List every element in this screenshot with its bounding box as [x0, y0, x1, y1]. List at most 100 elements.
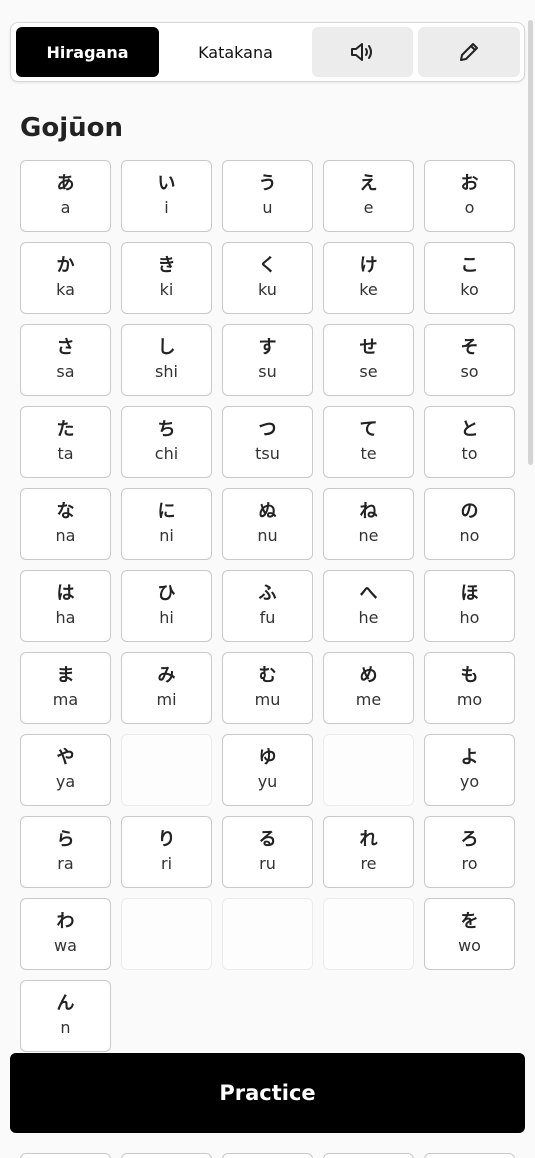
kana-cell[interactable]: ぬ nu: [222, 488, 313, 560]
kana-cell[interactable]: り ri: [121, 816, 212, 888]
kana-cell[interactable]: や ya: [20, 734, 111, 806]
kana-cell[interactable]: よ yo: [424, 734, 515, 806]
kana-cell[interactable]: の no: [424, 488, 515, 560]
kana-cell[interactable]: み mi: [121, 652, 212, 724]
kana-character: す: [258, 337, 277, 358]
kana-cell[interactable]: ゆ yu: [222, 734, 313, 806]
kana-cell[interactable]: く ku: [222, 242, 313, 314]
romaji-label: ni: [159, 526, 174, 545]
kana-cell[interactable]: ら ra: [20, 816, 111, 888]
romaji-label: yu: [257, 772, 278, 791]
next-row-cell: [222, 1153, 313, 1158]
kana-cell[interactable]: む mu: [222, 652, 313, 724]
romaji-label: ki: [159, 280, 174, 299]
sound-button[interactable]: [312, 27, 413, 77]
kana-cell[interactable]: め me: [323, 652, 414, 724]
kana-cell[interactable]: そ so: [424, 324, 515, 396]
kana-character: せ: [359, 337, 378, 358]
romaji-label: to: [461, 444, 478, 463]
kana-cell[interactable]: わ wa: [20, 898, 111, 970]
kana-character: と: [460, 419, 479, 440]
romaji-label: shi: [155, 362, 178, 381]
kana-cell[interactable]: き ki: [121, 242, 212, 314]
kana-cell[interactable]: ち chi: [121, 406, 212, 478]
katakana-tab[interactable]: Katakana: [163, 27, 308, 77]
kana-character: る: [258, 829, 277, 850]
kana-character: り: [157, 829, 176, 850]
kana-character: へ: [359, 583, 378, 604]
romaji-label: ma: [52, 690, 79, 709]
kana-character: ら: [56, 829, 75, 850]
kana-character: ふ: [258, 583, 277, 604]
kana-cell[interactable]: ふ fu: [222, 570, 313, 642]
kana-cell[interactable]: て te: [323, 406, 414, 478]
kana-cell[interactable]: な na: [20, 488, 111, 560]
kana-character: も: [460, 665, 479, 686]
kana-cell[interactable]: うu: [222, 160, 313, 232]
edit-button[interactable]: [418, 27, 520, 77]
kana-cell[interactable]: おo: [424, 160, 515, 232]
kana-character: ゆ: [258, 747, 277, 768]
romaji-label: ho: [459, 608, 480, 627]
romaji-label: ro: [461, 854, 478, 873]
kana-character: や: [56, 747, 75, 768]
kana-character: つ: [258, 419, 277, 440]
kana-cell[interactable]: さ sa: [20, 324, 111, 396]
kana-character: れ: [359, 829, 378, 850]
kana-character: そ: [460, 337, 479, 358]
romaji-label: no: [459, 526, 480, 545]
kana-cell[interactable]: か ka: [20, 242, 111, 314]
kana-character: さ: [56, 337, 75, 358]
kana-cell[interactable]: こ ko: [424, 242, 515, 314]
kana-character: し: [157, 337, 176, 358]
practice-button[interactable]: Practice: [10, 1053, 525, 1133]
kana-cell[interactable]: け ke: [323, 242, 414, 314]
kana-cell[interactable]: いi: [121, 160, 212, 232]
kana-cell[interactable]: んn: [20, 980, 111, 1052]
kana-character: ほ: [460, 583, 479, 604]
kana-character: ひ: [157, 583, 176, 604]
hiragana-tab[interactable]: Hiragana: [16, 27, 159, 77]
romaji-label: re: [360, 854, 377, 873]
kana-cell[interactable]: つ tsu: [222, 406, 313, 478]
kana-cell[interactable]: を wo: [424, 898, 515, 970]
romaji-label: i: [164, 198, 169, 217]
kana-cell[interactable]: る ru: [222, 816, 313, 888]
kana-cell[interactable]: へ he: [323, 570, 414, 642]
kana-cell[interactable]: た ta: [20, 406, 111, 478]
romaji-label: ku: [258, 280, 277, 299]
kana-character: ろ: [460, 829, 479, 850]
kana-cell[interactable]: ひ hi: [121, 570, 212, 642]
romaji-label: se: [359, 362, 378, 381]
kana-cell[interactable]: あa: [20, 160, 111, 232]
section-title: Gojūon: [20, 113, 123, 143]
kana-cell[interactable]: と to: [424, 406, 515, 478]
kana-character: よ: [460, 747, 479, 768]
kana-cell[interactable]: ね ne: [323, 488, 414, 560]
kana-cell[interactable]: も mo: [424, 652, 515, 724]
kana-cell[interactable]: ろ ro: [424, 816, 515, 888]
kana-character: ち: [157, 419, 176, 440]
kana-cell[interactable]: ま ma: [20, 652, 111, 724]
kana-character: わ: [56, 911, 75, 932]
kana-character: ぬ: [258, 501, 277, 522]
romaji-label: ha: [55, 608, 76, 627]
romaji-label: ya: [55, 772, 76, 791]
speaker-icon: [350, 41, 376, 63]
kana-cell[interactable]: れ re: [323, 816, 414, 888]
kana-cell[interactable]: えe: [323, 160, 414, 232]
kana-cell[interactable]: に ni: [121, 488, 212, 560]
kana-cell[interactable]: す su: [222, 324, 313, 396]
kana-cell[interactable]: は ha: [20, 570, 111, 642]
romaji-label: yo: [459, 772, 480, 791]
kana-character: ね: [359, 501, 378, 522]
kana-character: あ: [56, 173, 75, 194]
romaji-label: a: [60, 198, 71, 217]
kana-cell[interactable]: ほ ho: [424, 570, 515, 642]
kana-character: に: [157, 501, 176, 522]
romaji-label: e: [363, 198, 374, 217]
kana-character: を: [460, 911, 479, 932]
scrollbar-thumb[interactable]: [528, 20, 533, 465]
kana-cell[interactable]: し shi: [121, 324, 212, 396]
kana-cell[interactable]: せ se: [323, 324, 414, 396]
